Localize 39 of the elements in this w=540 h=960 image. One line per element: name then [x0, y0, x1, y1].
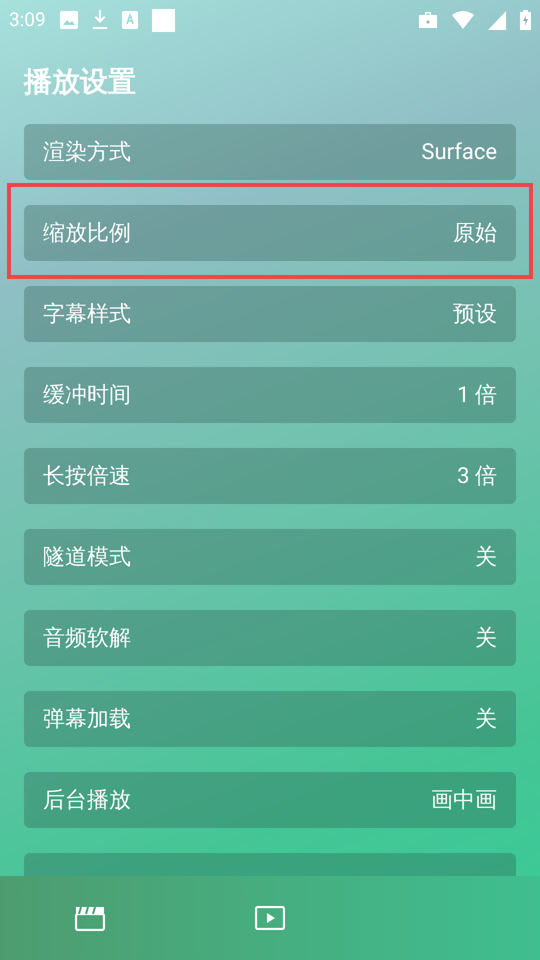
setting-row[interactable]: 长按倍速 3 倍	[24, 448, 516, 504]
download-icon	[92, 10, 108, 30]
status-time: 3:09	[9, 6, 46, 33]
setting-value: 关	[475, 624, 497, 652]
setting-row[interactable]: 字幕样式 预设	[24, 286, 516, 342]
setting-label: 隧道模式	[43, 544, 131, 572]
setting-value: Surface	[421, 138, 497, 166]
image-icon	[60, 11, 78, 29]
setting-row[interactable]: 隧道模式 关	[24, 529, 516, 585]
setting-row[interactable]: 缩放比例 原始	[24, 205, 516, 261]
setting-label: 长按倍速	[43, 462, 131, 490]
setting-row[interactable]: 音频软解 关	[24, 610, 516, 666]
setting-row[interactable]: 弹幕加载 关	[24, 691, 516, 747]
setting-label: 字幕样式	[43, 300, 131, 328]
setting-label: 弹幕加载	[43, 706, 131, 734]
setting-row[interactable]: 后台播放 画中画	[24, 772, 516, 828]
battery-icon	[520, 10, 531, 30]
setting-label: 音频软解	[43, 624, 131, 652]
signal-icon	[488, 10, 506, 30]
setting-label: 缓冲时间	[43, 382, 131, 410]
setting-value: 关	[475, 544, 497, 572]
setting-row[interactable]: 缓冲时间 1 倍	[24, 367, 516, 423]
page-title: 播放设置	[24, 64, 137, 100]
setting-value: 原始	[453, 220, 497, 248]
briefcase-icon	[418, 11, 438, 29]
setting-row[interactable]: 渲染方式 Surface	[24, 124, 516, 180]
setting-label: 渲染方式	[43, 138, 131, 166]
wifi-icon	[452, 10, 474, 30]
setting-value: 画中画	[431, 786, 497, 814]
square-icon	[152, 8, 175, 32]
play-icon	[255, 906, 285, 930]
setting-label: 缩放比例	[43, 220, 131, 248]
clapperboard-icon	[75, 906, 105, 930]
setting-value: 1 倍	[457, 382, 497, 410]
setting-value: 预设	[453, 300, 497, 328]
font-icon	[122, 11, 138, 29]
setting-label: 后台播放	[43, 786, 131, 814]
setting-value: 关	[475, 706, 497, 734]
setting-value: 3 倍	[457, 462, 497, 490]
